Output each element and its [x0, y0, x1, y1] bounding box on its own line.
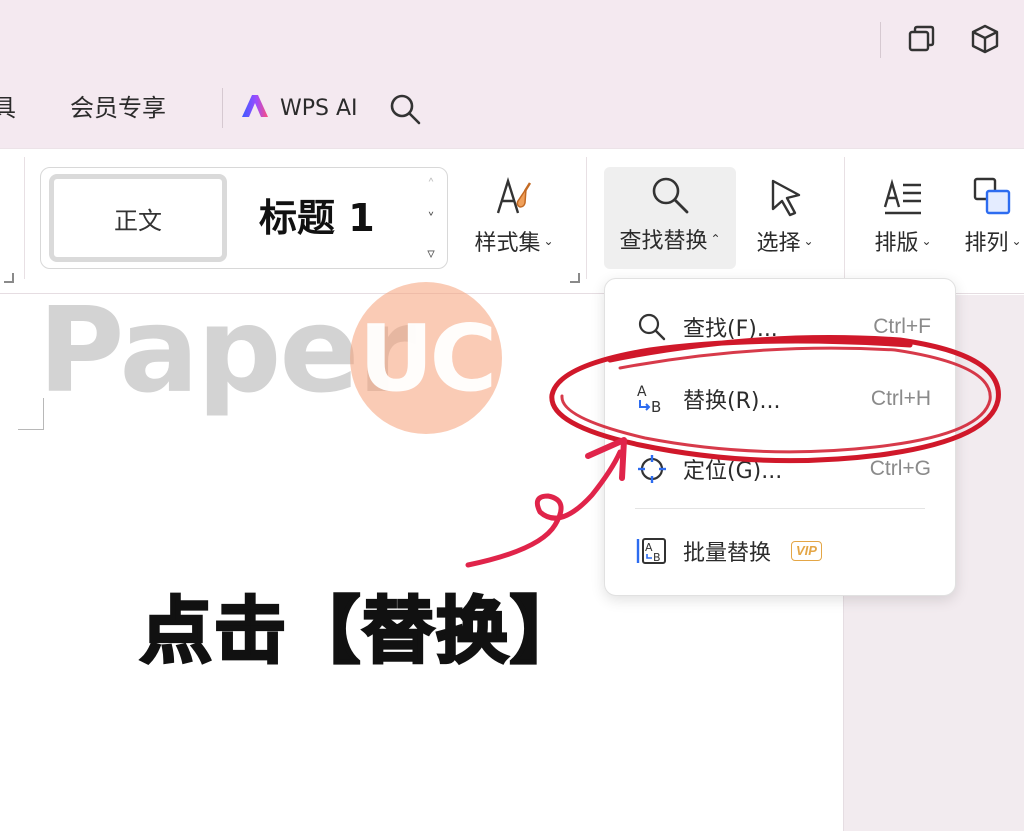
- tab-tools-partial[interactable]: 具: [0, 92, 16, 124]
- arrange-label: 排列: [964, 231, 1009, 256]
- ribbon-separator: [24, 157, 25, 279]
- arrange-icon: [971, 169, 1015, 225]
- menu-divider: [635, 508, 925, 509]
- chevron-up-icon[interactable]: ˄: [427, 176, 435, 194]
- select-button[interactable]: 选择 ⌄: [748, 169, 822, 257]
- vip-badge: VIP: [791, 541, 822, 561]
- chevron-down-icon[interactable]: ˅: [427, 210, 435, 228]
- chevron-down-icon: ⌄: [803, 234, 814, 248]
- find-replace-button[interactable]: 查找替换 ⌃: [604, 167, 736, 269]
- style-gallery[interactable]: 正文 标题 1 ˄ ˅ ▿: [40, 167, 448, 269]
- title-bar: 具 会员专享 WPS AI: [0, 0, 1024, 148]
- ribbon-separator: [586, 157, 587, 279]
- select-label: 选择: [756, 231, 801, 256]
- layout-label: 排版: [874, 231, 919, 256]
- cube-icon[interactable]: [968, 22, 1002, 56]
- arrange-button[interactable]: 排列 ⌄: [956, 169, 1024, 257]
- menu-item-label: 定位(G)...: [683, 459, 783, 484]
- watermark-circle: UC: [350, 282, 502, 434]
- restore-window-icon[interactable]: [904, 22, 938, 56]
- tab-member[interactable]: 会员专享: [70, 92, 166, 124]
- find-replace-label: 查找替换: [619, 229, 708, 254]
- cursor-arrow-icon: [765, 169, 805, 225]
- group-dialog-launcher[interactable]: [4, 273, 14, 283]
- menu-item-shortcut: Ctrl+G: [869, 457, 931, 480]
- style-normal[interactable]: 正文: [49, 174, 227, 262]
- annotation-caption: 点击【替换】: [138, 588, 585, 675]
- wps-ai-logo-icon: [240, 93, 272, 123]
- ribbon-separator: [844, 157, 845, 279]
- gallery-expand-icon[interactable]: ▿: [427, 244, 435, 262]
- menu-item-label: 替换(R)...: [683, 389, 781, 414]
- menu-item-label: 批量替换: [683, 541, 772, 566]
- batch-replace-icon: AB: [635, 534, 669, 568]
- find-replace-dropdown: 查找(F)... Ctrl+F AB 替换(R)... Ctrl+H 定位(G)…: [604, 278, 956, 596]
- watermark-text: UC: [358, 304, 497, 412]
- chevron-down-icon: ⌄: [921, 234, 932, 248]
- style-set-icon: [492, 169, 536, 225]
- menu-item-batch-replace[interactable]: AB 批量替换 VIP: [605, 523, 955, 579]
- styles-dialog-launcher[interactable]: [570, 273, 580, 283]
- chevron-down-icon: ⌄: [1011, 234, 1022, 248]
- text-layout-icon: [881, 169, 925, 225]
- tab-wps-ai[interactable]: WPS AI: [240, 92, 358, 124]
- menu-item-label: 查找(F)...: [683, 317, 778, 342]
- tab-separator: [222, 88, 223, 128]
- search-icon[interactable]: [388, 92, 422, 130]
- title-bar-separator: [880, 22, 881, 58]
- locate-icon: [635, 452, 669, 486]
- svg-text:B: B: [653, 551, 661, 564]
- svg-text:A: A: [645, 541, 653, 554]
- replace-icon: AB: [635, 382, 669, 416]
- chevron-up-icon: ⌃: [710, 232, 721, 246]
- wps-ai-label: WPS AI: [280, 95, 358, 121]
- find-icon: [648, 167, 692, 223]
- style-heading-1[interactable]: 标题 1: [259, 194, 375, 242]
- layout-button[interactable]: 排版 ⌄: [866, 169, 940, 257]
- chevron-down-icon: ⌄: [543, 234, 554, 248]
- menu-item-shortcut: Ctrl+H: [870, 387, 931, 410]
- menu-item-find[interactable]: 查找(F)... Ctrl+F: [605, 299, 955, 355]
- watermark: Paper UC: [38, 282, 518, 434]
- ribbon-toolbar: 正文 标题 1 ˄ ˅ ▿ 样式集 ⌄ 查找替换 ⌃ 选择 ⌄ 排版 ⌄ 排列 …: [0, 148, 1024, 294]
- svg-text:A: A: [637, 384, 647, 400]
- style-set-button[interactable]: 样式集 ⌄: [466, 169, 562, 257]
- style-set-label: 样式集: [474, 231, 541, 256]
- menu-item-shortcut: Ctrl+F: [873, 315, 931, 338]
- gallery-scroll: ˄ ˅ ▿: [421, 176, 441, 262]
- menu-item-goto[interactable]: 定位(G)... Ctrl+G: [605, 441, 955, 497]
- menu-item-replace[interactable]: AB 替换(R)... Ctrl+H: [605, 371, 955, 427]
- svg-text:B: B: [651, 398, 661, 415]
- search-icon: [635, 310, 669, 344]
